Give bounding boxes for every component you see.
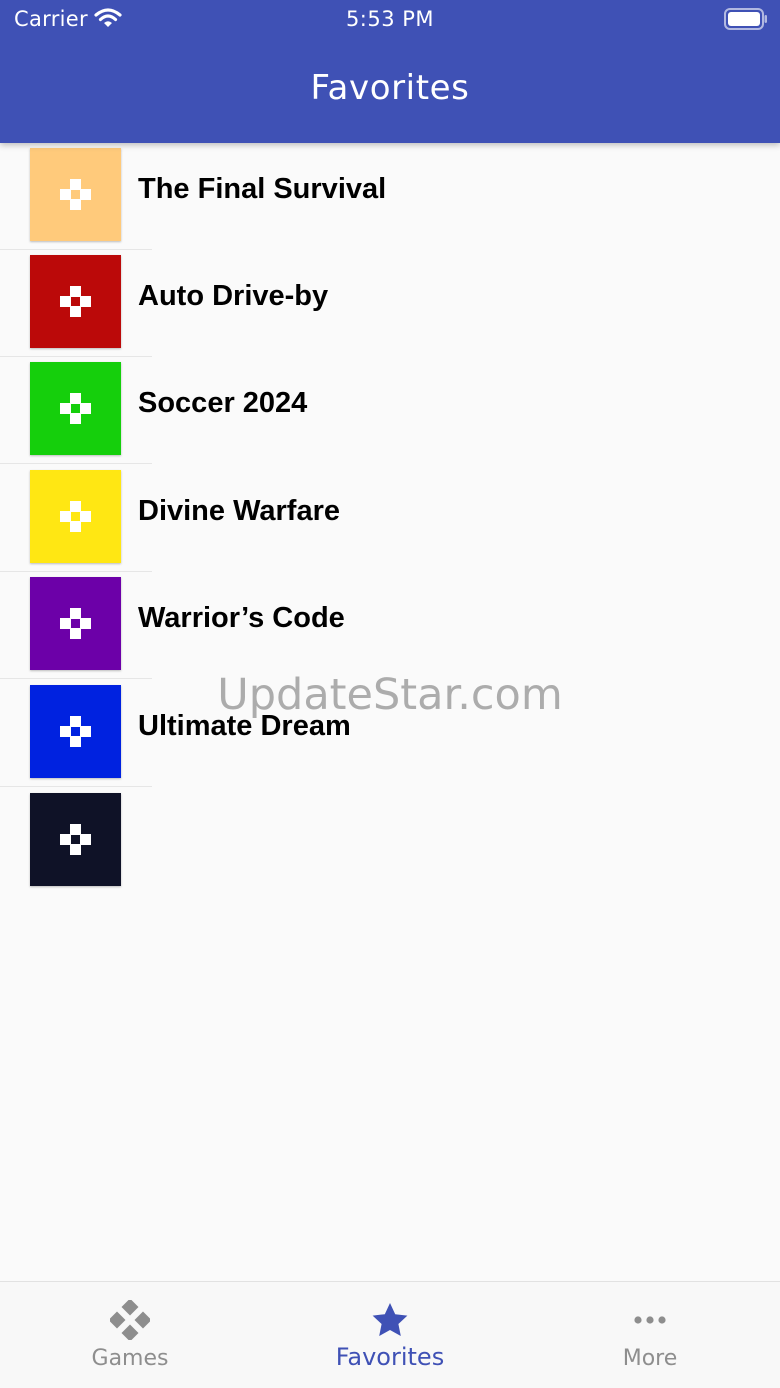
- list-item[interactable]: Soccer 2024: [0, 357, 780, 464]
- game-title: Soccer 2024: [138, 387, 308, 419]
- game-thumbnail: [30, 255, 121, 348]
- tab-label: Favorites: [335, 1343, 445, 1371]
- tab-favorites[interactable]: Favorites: [260, 1282, 520, 1388]
- gamepad-icon: [60, 286, 91, 317]
- gamepad-icon: [60, 179, 91, 210]
- gamepad-icon: [110, 1300, 150, 1340]
- navigation-header: Carrier 5:53 PM Favorites: [0, 0, 780, 143]
- list-item[interactable]: Divine Warfare: [0, 465, 780, 572]
- gamepad-icon: [60, 501, 91, 532]
- game-thumbnail: [30, 793, 121, 886]
- page-title: Favorites: [310, 68, 470, 108]
- gamepad-icon: [60, 393, 91, 424]
- list-item[interactable]: Warrior’s Code: [0, 572, 780, 679]
- status-time: 5:53 PM: [345, 7, 435, 31]
- game-title: The Final Survival: [138, 173, 387, 205]
- list-item[interactable]: Ultimate Dream: [0, 680, 780, 787]
- game-title: Warrior’s Code: [138, 602, 345, 634]
- tab-more[interactable]: More: [520, 1282, 780, 1388]
- status-bar: Carrier 5:53 PM: [0, 0, 780, 40]
- battery-icon: [724, 8, 767, 30]
- tab-games[interactable]: Games: [0, 1282, 260, 1388]
- game-thumbnail: [30, 148, 121, 241]
- star-icon: [372, 1303, 408, 1336]
- gamepad-icon: [60, 608, 91, 639]
- game-thumbnail: [30, 577, 121, 670]
- list-item[interactable]: [0, 788, 780, 895]
- list-item[interactable]: Auto Drive-by: [0, 250, 780, 357]
- game-thumbnail: [30, 470, 121, 563]
- tab-bar: Games Favorites More: [0, 1281, 780, 1388]
- list-item[interactable]: The Final Survival: [0, 143, 780, 250]
- game-title: Auto Drive-by: [138, 280, 329, 312]
- gamepad-icon: [60, 716, 91, 747]
- gamepad-icon: [60, 824, 91, 855]
- tab-label: Games: [91, 1346, 169, 1371]
- game-thumbnail: [30, 362, 121, 455]
- game-thumbnail: [30, 685, 121, 778]
- game-title: Divine Warfare: [138, 495, 340, 527]
- more-icon: [634, 1316, 666, 1324]
- tab-label: More: [622, 1346, 678, 1371]
- game-title: Ultimate Dream: [138, 710, 351, 742]
